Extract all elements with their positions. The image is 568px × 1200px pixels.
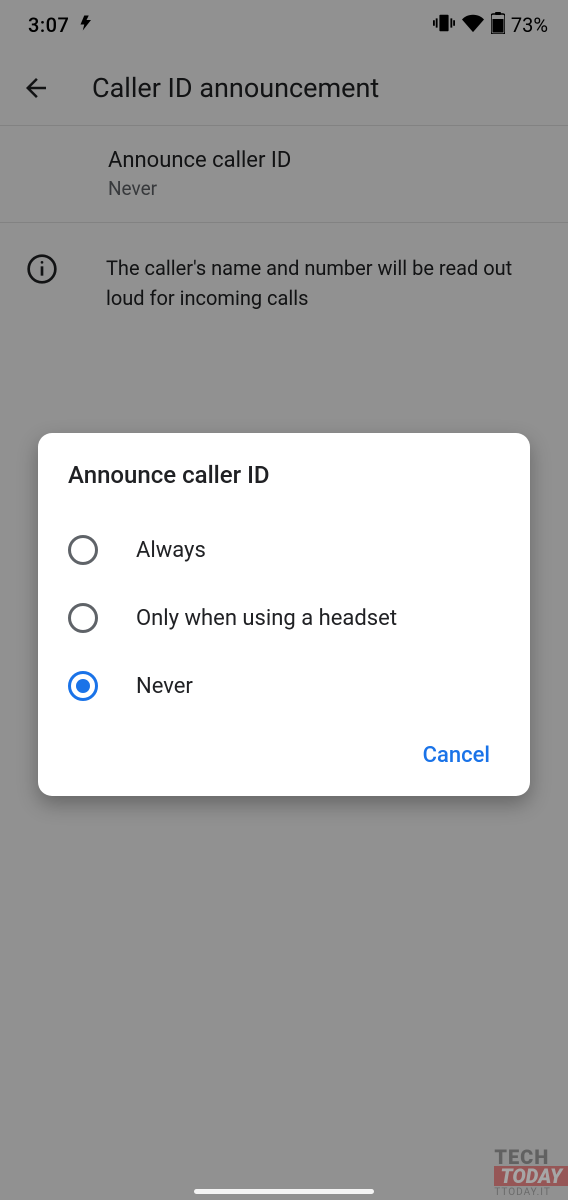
dialog-actions: Cancel [62,733,506,778]
watermark-line2: TODAY [494,1166,568,1186]
dialog-title: Announce caller ID [68,461,506,489]
radio-icon-selected [68,671,98,701]
watermark: TECH TODAY TTODAY.IT [494,1148,568,1198]
nav-gesture-bar[interactable] [194,1189,374,1194]
radio-label: Only when using a headset [136,606,397,631]
radio-option-never[interactable]: Never [62,655,506,717]
radio-option-always[interactable]: Always [62,519,506,581]
watermark-url: TTODAY.IT [494,1187,568,1198]
radio-icon [68,535,98,565]
radio-icon [68,603,98,633]
dialog-announce-caller-id: Announce caller ID Always Only when usin… [38,433,530,796]
radio-label: Always [136,538,206,563]
radio-label: Never [136,674,193,699]
cancel-button[interactable]: Cancel [407,733,506,778]
radio-option-headset[interactable]: Only when using a headset [62,587,506,649]
